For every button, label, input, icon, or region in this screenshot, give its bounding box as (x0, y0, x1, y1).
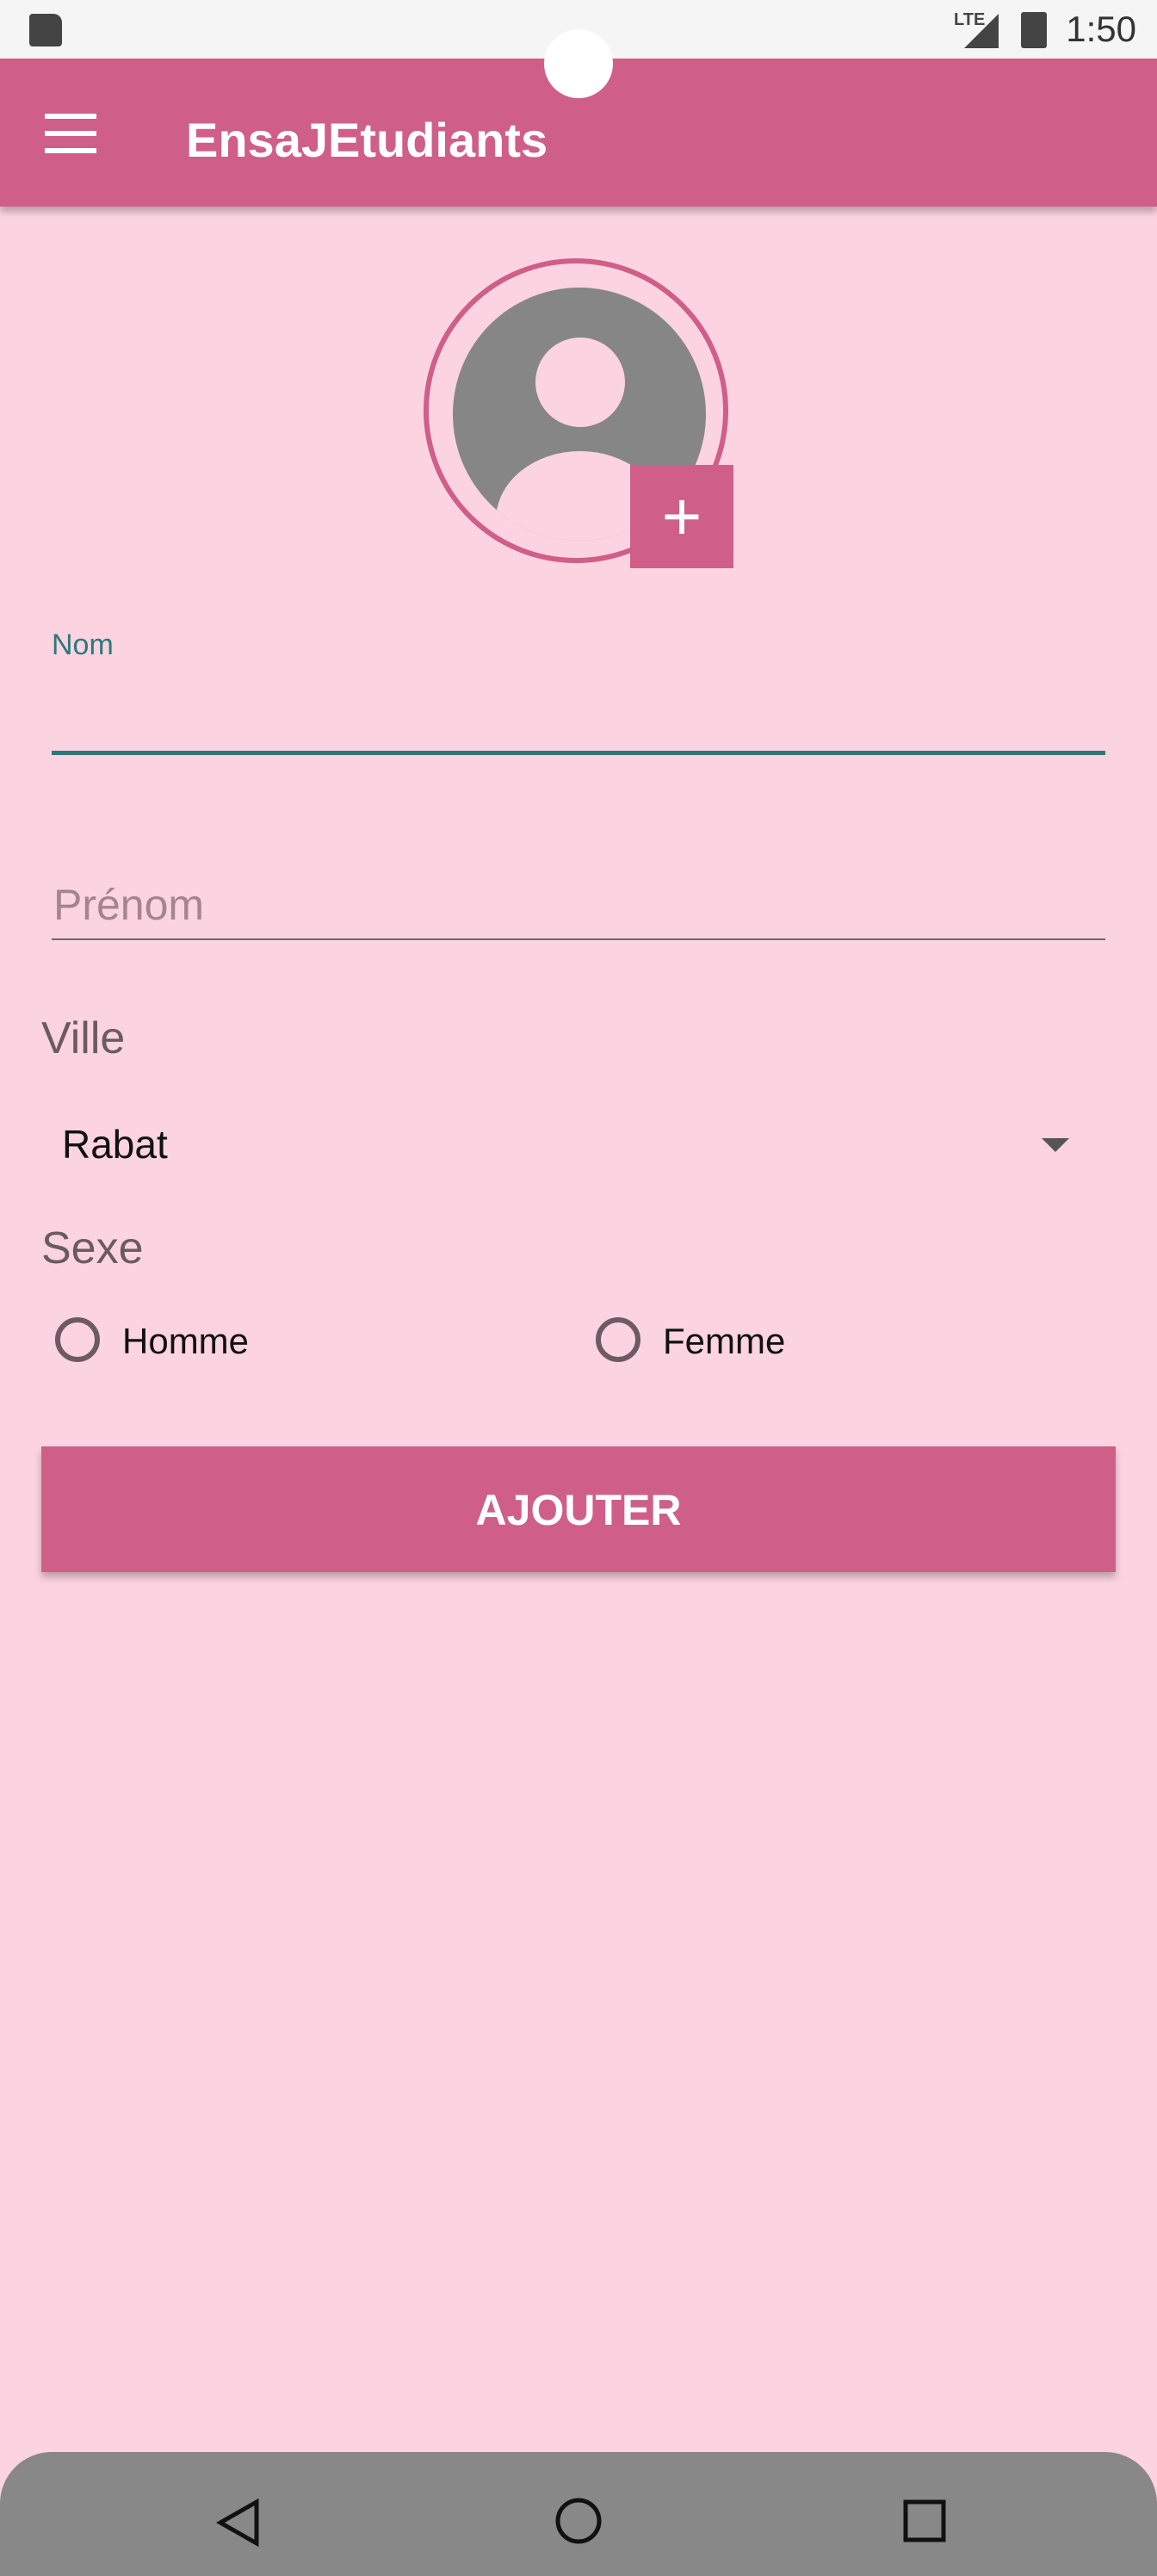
dropdown-arrow-icon (1042, 1138, 1069, 1152)
nom-label: Nom (52, 629, 114, 661)
status-time: 1:50 (1066, 9, 1136, 49)
add-photo-button[interactable]: + (630, 465, 733, 568)
navigation-bar (0, 2452, 1157, 2576)
back-icon[interactable] (213, 2497, 265, 2548)
prenom-underline (52, 938, 1105, 940)
avatar-head-icon (535, 337, 625, 427)
ajouter-button[interactable]: AJOUTER (41, 1446, 1116, 1572)
radio-circle-icon (596, 1317, 640, 1362)
ville-selected: Rabat (62, 1122, 168, 1167)
recent-apps-icon[interactable] (900, 2497, 949, 2545)
battery-icon (1021, 12, 1047, 48)
sexe-label: Sexe (41, 1223, 144, 1273)
camera-cutout (544, 29, 613, 98)
radio-circle-icon (55, 1317, 100, 1362)
sd-card-icon (29, 14, 62, 46)
signal-icon (964, 14, 999, 48)
radio-femme[interactable]: Femme (596, 1317, 854, 1372)
radio-homme-label: Homme (122, 1321, 250, 1361)
menu-icon[interactable] (45, 114, 98, 153)
ville-spinner[interactable]: Rabat (41, 1111, 1100, 1180)
radio-femme-label: Femme (663, 1321, 786, 1361)
ville-label: Ville (41, 1013, 126, 1063)
prenom-input[interactable] (52, 870, 1109, 940)
radio-homme[interactable]: Homme (55, 1317, 313, 1372)
home-icon[interactable] (553, 2495, 604, 2547)
nom-input[interactable] (52, 680, 1109, 751)
nom-underline (52, 751, 1105, 755)
app-title: EnsaJEtudiants (186, 113, 548, 167)
